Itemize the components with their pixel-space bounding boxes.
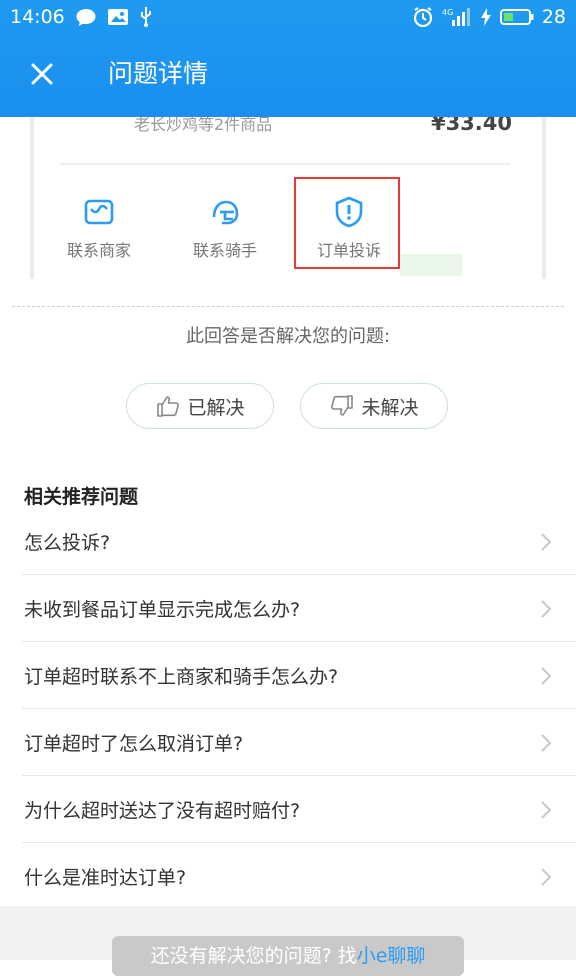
shop-icon <box>84 199 114 225</box>
screenshot-green-fragment <box>400 254 462 276</box>
contact-merchant-label: 联系商家 <box>66 241 131 260</box>
list-item[interactable]: 未收到餐品订单显示完成怎么办? <box>22 575 576 642</box>
screenshot-goods-text: 老长炒鸡等2件商品 <box>134 117 273 134</box>
complaint-highlight-box <box>294 177 400 269</box>
signal-4g-icon: 4G <box>442 6 472 28</box>
screenshot-price: ¥33.40 <box>430 117 512 135</box>
contact-assistant-button[interactable]: 还没有解决您的问题? 找小e聊聊 <box>112 936 464 976</box>
screenshot-divider <box>60 163 510 165</box>
contact-assistant-prefix: 还没有解决您的问题? 找 <box>150 945 357 967</box>
rider-helmet-icon <box>212 200 239 225</box>
app-bar: 问题详情 <box>0 40 576 112</box>
chevron-right-icon <box>541 600 552 618</box>
bottom-area: 还没有解决您的问题? 找小e聊聊 <box>0 906 576 976</box>
list-item-label: 为什么超时送达了没有超时赔付? <box>24 799 301 822</box>
related-questions-title: 相关推荐问题 <box>24 486 139 508</box>
chevron-right-icon <box>541 667 552 685</box>
thumbs-up-icon <box>157 396 180 417</box>
battery-level: 28 <box>541 6 566 28</box>
list-item-label: 怎么投诉? <box>24 531 111 554</box>
usb-icon <box>139 6 153 28</box>
list-item[interactable]: 订单超时了怎么取消订单? <box>22 709 576 776</box>
chat-bubble-icon <box>75 7 97 27</box>
chevron-right-icon <box>541 801 552 819</box>
status-bar: 14:06 4G 28 <box>0 0 576 34</box>
status-time: 14:06 <box>10 6 65 28</box>
contact-merchant-action: 联系商家 <box>44 195 154 261</box>
order-screenshot: 老长炒鸡等2件商品 ¥33.40 联系商家 联系骑手 订单投诉 <box>0 117 576 287</box>
unresolved-label: 未解决 <box>361 396 419 419</box>
list-item-label: 订单超时联系不上商家和骑手怎么办? <box>24 665 339 688</box>
svg-text:4G: 4G <box>442 8 453 17</box>
list-item-label: 未收到餐品订单显示完成怎么办? <box>24 598 301 621</box>
thumbs-down-icon <box>331 395 354 416</box>
chevron-right-icon <box>541 868 552 886</box>
feedback-question: 此回答是否解决您的问题: <box>185 326 391 347</box>
resolved-button[interactable]: 已解决 <box>126 383 274 429</box>
top-bar: 14:06 4G 28 问题详情 <box>0 0 576 117</box>
list-item[interactable]: 订单超时联系不上商家和骑手怎么办? <box>22 642 576 709</box>
list-item-label: 什么是准时达订单? <box>24 866 187 889</box>
contact-assistant-link[interactable]: 小e聊聊 <box>357 945 426 967</box>
image-notification-icon <box>107 7 129 27</box>
related-questions-list: 怎么投诉? 未收到餐品订单显示完成怎么办? 订单超时联系不上商家和骑手怎么办? … <box>22 508 576 910</box>
contact-rider-action: 联系骑手 <box>170 195 280 261</box>
alarm-clock-icon <box>412 6 434 28</box>
close-button[interactable] <box>22 54 62 94</box>
page-title: 问题详情 <box>108 59 209 88</box>
list-item[interactable]: 怎么投诉? <box>22 508 576 575</box>
battery-icon <box>499 8 534 26</box>
charging-bolt-icon <box>480 7 492 27</box>
list-item[interactable]: 为什么超时送达了没有超时赔付? <box>22 776 576 843</box>
resolved-label: 已解决 <box>187 396 245 419</box>
contact-rider-label: 联系骑手 <box>192 241 257 260</box>
list-item-label: 订单超时了怎么取消订单? <box>24 732 244 755</box>
close-icon <box>31 63 53 85</box>
chevron-right-icon <box>541 533 552 551</box>
dashed-divider <box>12 306 564 307</box>
unresolved-button[interactable]: 未解决 <box>300 383 448 429</box>
list-item[interactable]: 什么是准时达订单? <box>22 843 576 910</box>
chevron-right-icon <box>541 734 552 752</box>
